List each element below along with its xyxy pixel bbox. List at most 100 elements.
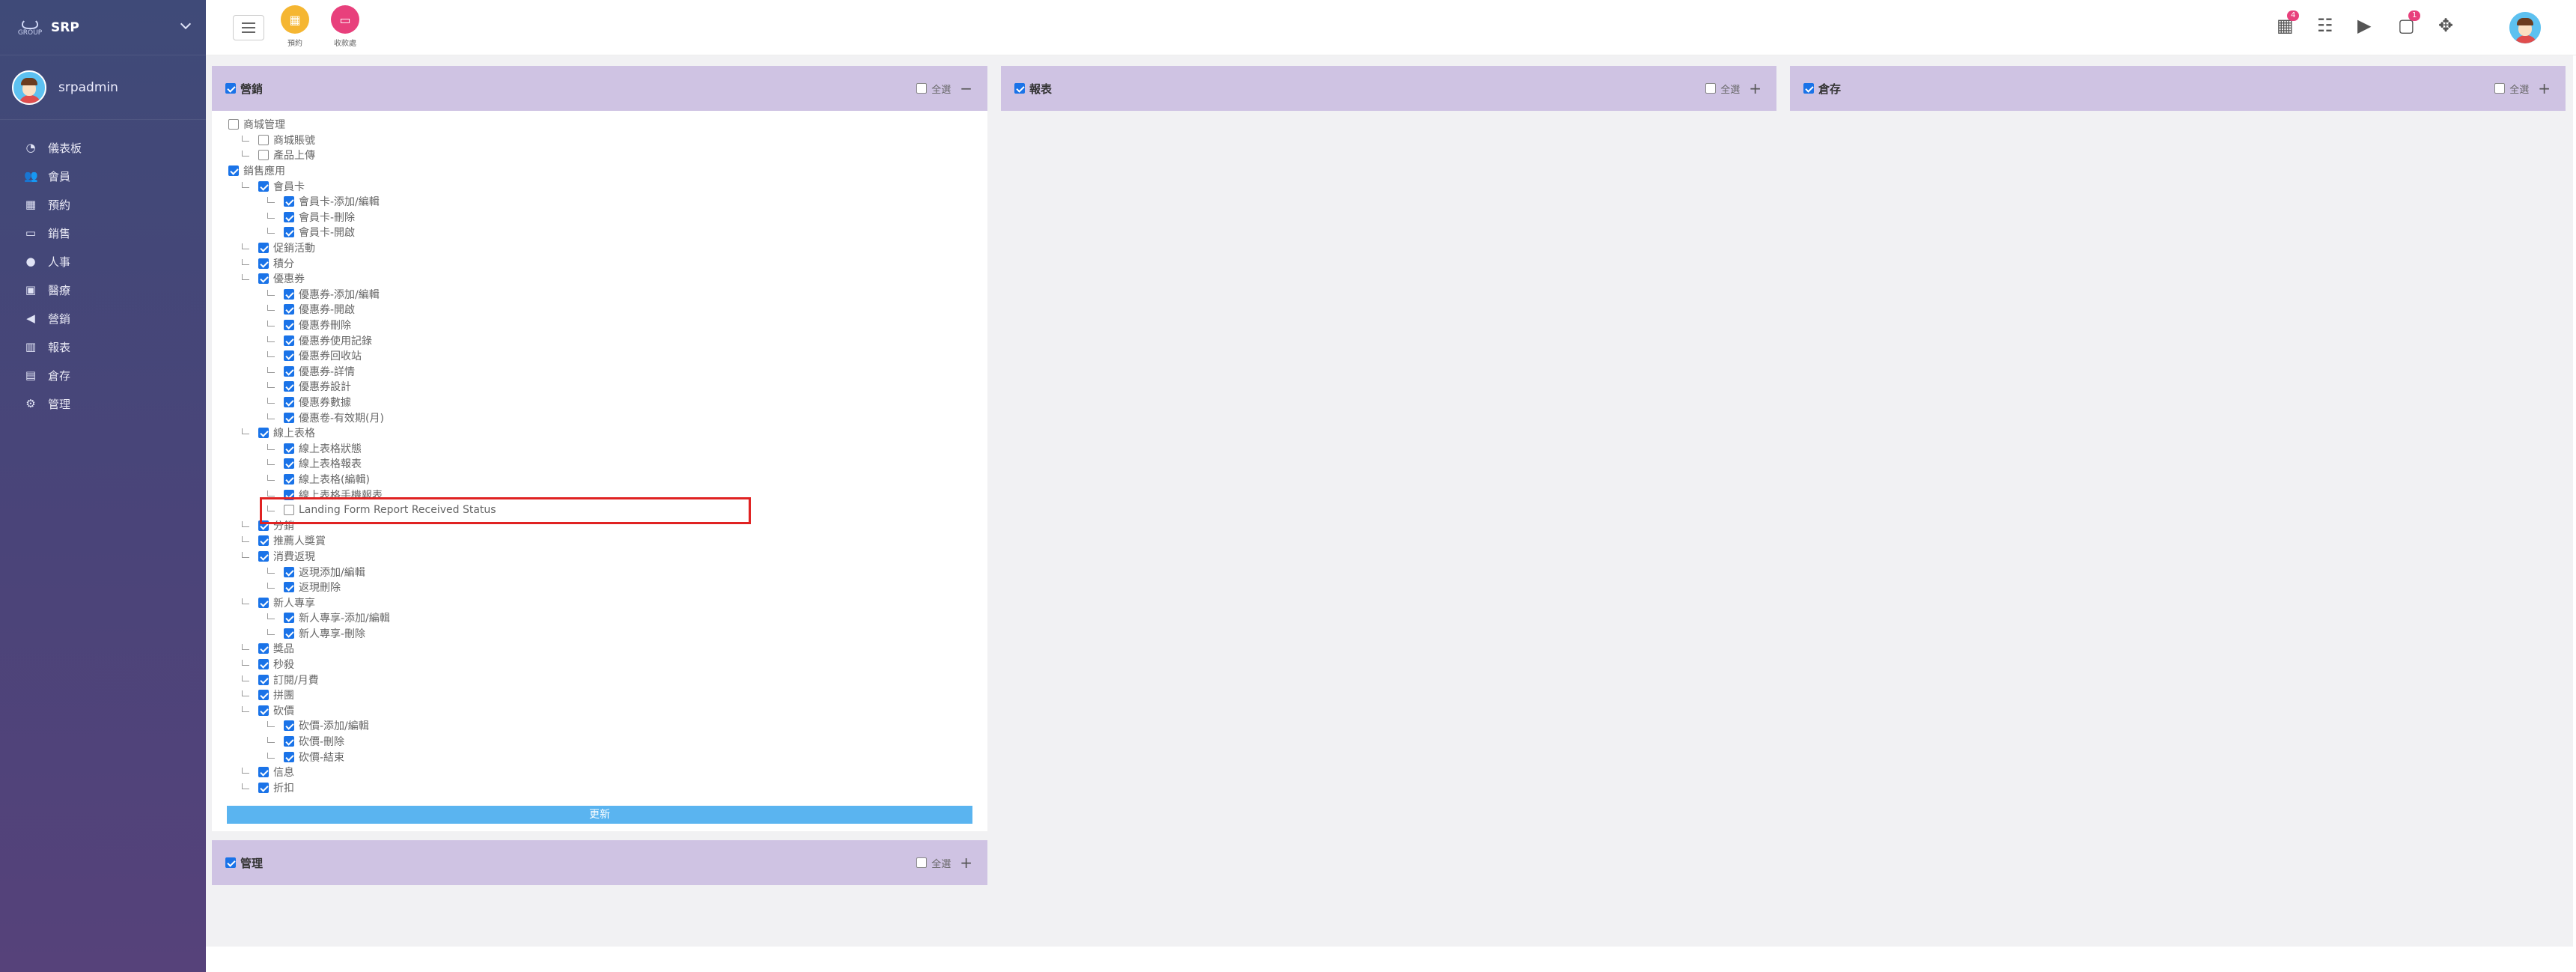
permission-checkbox[interactable] <box>284 720 294 732</box>
permission-checkbox[interactable] <box>258 134 269 145</box>
tree-branch-line <box>267 351 275 358</box>
sidebar-item-9[interactable]: ⚙ 管理 <box>0 389 206 418</box>
permission-checkbox[interactable] <box>284 335 294 346</box>
topbar: ▦ 預約 ▭ 收款處 ▦ 4 ☷ ▶ ▢ 1 ✥ <box>206 0 2576 55</box>
permission-checkbox[interactable] <box>284 736 294 747</box>
tree-branch-line <box>267 212 275 219</box>
tree-node: 會員卡-開啟 <box>228 225 987 240</box>
panel-marketing-checkbox[interactable] <box>225 83 236 94</box>
expand-icon[interactable]: + <box>1749 79 1762 97</box>
permission-checkbox[interactable] <box>284 458 294 470</box>
quick-booking-button[interactable]: ▦ 預約 <box>272 5 317 48</box>
permission-checkbox[interactable] <box>258 258 269 269</box>
permission-checkbox[interactable] <box>258 782 269 793</box>
permission-checkbox[interactable] <box>258 428 269 439</box>
permission-checkbox[interactable] <box>284 443 294 454</box>
tree-branch-line <box>267 397 275 404</box>
sidebar-item-4[interactable]: ● 人事 <box>0 247 206 276</box>
permission-checkbox[interactable] <box>258 535 269 547</box>
permission-checkbox[interactable] <box>284 211 294 222</box>
permission-checkbox[interactable] <box>284 304 294 315</box>
user-profile[interactable]: srpadmin <box>0 55 206 120</box>
tree-node: 返現添加/編輯 <box>228 564 987 580</box>
permission-checkbox[interactable] <box>258 705 269 716</box>
sidebar-item-8[interactable]: ▤ 倉存 <box>0 361 206 389</box>
permission-checkbox[interactable] <box>284 566 294 577</box>
select-all-label: 全選 <box>931 84 951 96</box>
panel-reports-title: 報表 <box>1029 82 1053 96</box>
permission-checkbox[interactable] <box>284 751 294 762</box>
sidebar-item-7[interactable]: ▥ 報表 <box>0 332 206 361</box>
chevron-down-icon[interactable] <box>180 18 192 30</box>
select-all-checkbox[interactable] <box>916 83 928 94</box>
update-button[interactable]: 更新 <box>227 806 972 824</box>
tree-node: 銷售應用 <box>228 163 987 179</box>
permission-checkbox[interactable] <box>284 473 294 485</box>
permission-checkbox[interactable] <box>284 196 294 207</box>
tree-node: 優惠券設計 <box>228 379 987 395</box>
sidebar-item-label: 儀表板 <box>48 141 82 155</box>
select-all-checkbox[interactable] <box>1705 83 1717 94</box>
permission-checkbox[interactable] <box>228 165 239 177</box>
panel-inventory-title: 倉存 <box>1818 82 1842 96</box>
permission-checkbox[interactable] <box>284 288 294 300</box>
permission-label: 返現添加/編輯 <box>299 566 365 579</box>
permission-checkbox[interactable] <box>258 643 269 654</box>
permission-checkbox[interactable] <box>258 597 269 608</box>
sidebar-item-5[interactable]: ▣ 醫療 <box>0 276 206 304</box>
tree-node: 優惠券刪除 <box>228 318 987 333</box>
permission-checkbox[interactable] <box>284 613 294 624</box>
permission-checkbox[interactable] <box>284 396 294 407</box>
task-list-icon[interactable]: ☷ <box>2317 15 2333 36</box>
select-all-checkbox[interactable] <box>2494 83 2506 94</box>
sidebar-item-6[interactable]: ◀ 營銷 <box>0 304 206 332</box>
fullscreen-icon[interactable]: ✥ <box>2438 15 2453 36</box>
permission-checkbox[interactable] <box>284 628 294 639</box>
permission-checkbox[interactable] <box>284 412 294 423</box>
permission-tree: 商城管理 商城賬號 產品上傳 銷售應用 會員卡 會員卡-添加/編輯 會員卡-刪除 會員卡-開啟… <box>212 111 987 795</box>
sidebar-item-3[interactable]: ▭ 銷售 <box>0 219 206 247</box>
permission-checkbox[interactable] <box>258 674 269 685</box>
permission-label: 返現刪除 <box>299 582 341 595</box>
tree-node: 線上表格狀態 <box>228 440 987 456</box>
permission-checkbox[interactable] <box>258 690 269 701</box>
user-avatar-button[interactable] <box>2508 10 2542 45</box>
video-icon[interactable]: ▶ <box>2357 15 2371 36</box>
permission-label: 優惠券使用記錄 <box>299 335 372 347</box>
permission-label: 拼團 <box>273 690 294 702</box>
permission-checkbox[interactable] <box>284 350 294 362</box>
panel-marketing-title: 營銷 <box>240 82 264 96</box>
panel-admin-checkbox[interactable] <box>225 857 236 868</box>
select-all-checkbox[interactable] <box>916 857 928 868</box>
panel-reports-checkbox[interactable] <box>1014 83 1025 94</box>
permission-checkbox[interactable] <box>258 767 269 778</box>
permission-checkbox[interactable] <box>258 550 269 562</box>
permission-label: 優惠卷-有效期(月) <box>299 412 384 425</box>
chat-icon[interactable]: ▢ 1 <box>2398 10 2421 36</box>
permission-checkbox[interactable] <box>284 381 294 392</box>
sidebar-item-label: 預約 <box>48 198 71 212</box>
permission-checkbox[interactable] <box>284 227 294 238</box>
permission-checkbox[interactable] <box>284 320 294 331</box>
expand-icon[interactable]: + <box>960 854 972 872</box>
permission-checkbox[interactable] <box>258 273 269 285</box>
tree-branch-line <box>267 197 275 204</box>
permission-checkbox[interactable] <box>258 150 269 161</box>
tree-node: 優惠券使用記錄 <box>228 332 987 348</box>
quick-cashier-button[interactable]: ▭ 收款處 <box>323 5 368 48</box>
sidebar-item-1[interactable]: 👥 會員 <box>0 162 206 190</box>
menu-toggle-button[interactable] <box>233 15 264 40</box>
sidebar-item-2[interactable]: ▦ 預約 <box>0 190 206 219</box>
notification-icon[interactable]: ▦ 4 <box>2277 10 2300 36</box>
sidebar-item-0[interactable]: ◔ 儀表板 <box>0 133 206 162</box>
permission-checkbox[interactable] <box>228 119 239 130</box>
expand-icon[interactable]: + <box>2538 79 2551 97</box>
permission-checkbox[interactable] <box>258 659 269 670</box>
panel-inventory-checkbox[interactable] <box>1803 83 1814 94</box>
permission-checkbox[interactable] <box>258 180 269 192</box>
permission-checkbox[interactable] <box>284 582 294 593</box>
permission-checkbox[interactable] <box>284 365 294 377</box>
permission-checkbox[interactable] <box>258 243 269 254</box>
tree-node: 線上表格(編輯) <box>228 472 987 487</box>
collapse-icon[interactable]: − <box>960 79 972 97</box>
